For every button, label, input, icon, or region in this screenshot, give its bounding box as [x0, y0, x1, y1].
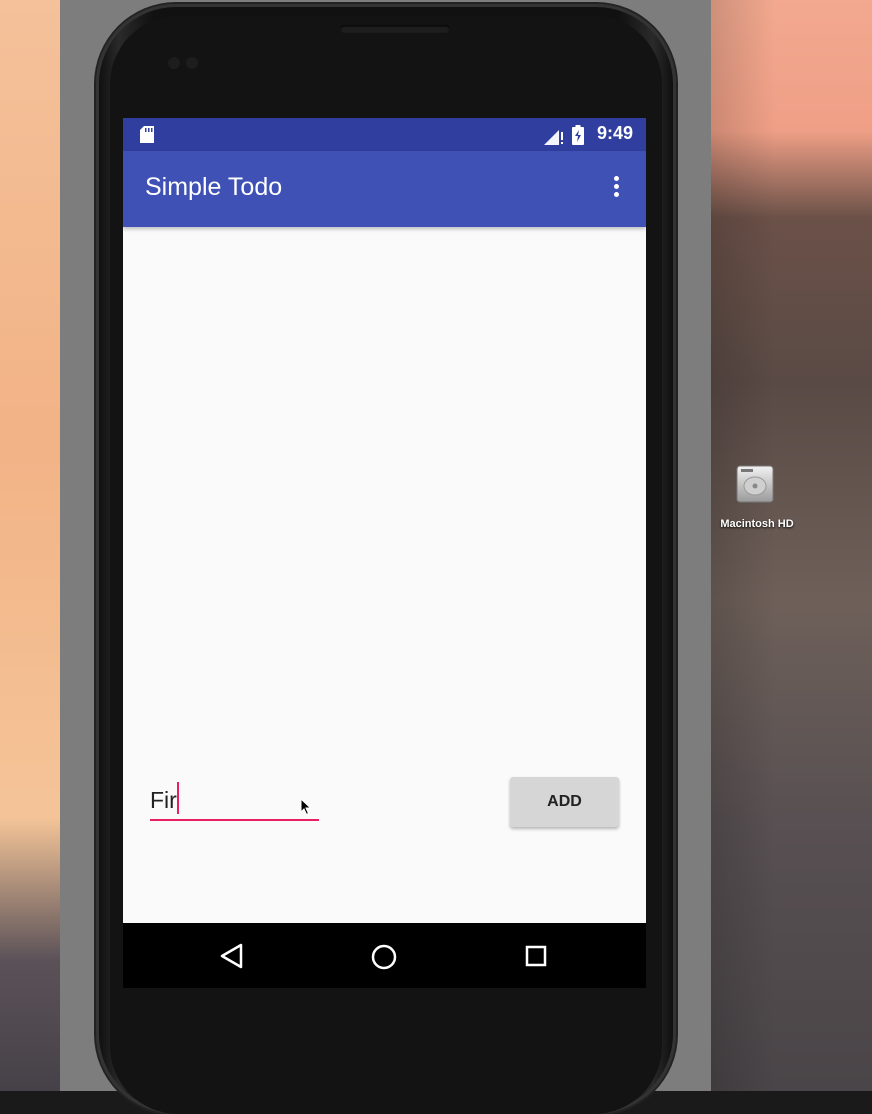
app-toolbar: Simple Todo	[123, 151, 646, 227]
back-icon[interactable]	[219, 943, 245, 969]
sd-card-icon	[140, 126, 154, 143]
front-sensors	[168, 54, 204, 73]
mouse-pointer-icon	[300, 798, 312, 816]
new-item-value: Fir	[150, 787, 177, 813]
status-bar: 9:49	[123, 118, 646, 151]
signal-icon	[544, 130, 563, 145]
more-vert-icon[interactable]	[609, 176, 623, 202]
desktop-wallpaper-right	[711, 0, 872, 1091]
phone-screen: 9:49 Simple Todo Fir ADD	[123, 118, 646, 988]
desktop-wallpaper-left	[0, 0, 60, 1091]
speaker-grille	[340, 25, 450, 33]
battery-icon	[572, 125, 584, 145]
recents-icon[interactable]	[525, 945, 547, 967]
navigation-bar	[123, 923, 646, 988]
text-cursor	[177, 782, 179, 814]
new-item-input[interactable]: Fir	[150, 781, 319, 821]
desktop-drive-label: Macintosh HD	[720, 518, 794, 530]
hard-drive-icon[interactable]	[735, 462, 775, 506]
home-icon[interactable]	[371, 944, 397, 970]
app-title: Simple Todo	[145, 173, 283, 201]
add-button[interactable]: ADD	[510, 777, 619, 827]
status-clock: 9:49	[597, 123, 634, 143]
todo-list[interactable]	[123, 227, 646, 767]
